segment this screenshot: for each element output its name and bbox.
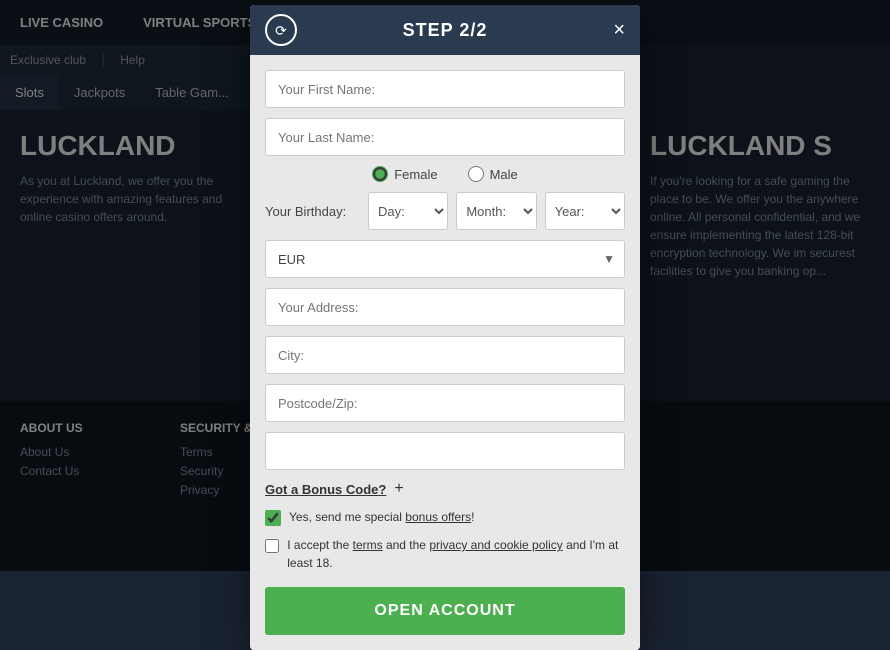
bonus-add-icon[interactable]: + <box>394 480 403 498</box>
first-name-input[interactable] <box>265 70 625 108</box>
birthday-day-select[interactable]: Day: <box>368 192 448 230</box>
city-input[interactable] <box>265 336 625 374</box>
special-offers-row: Yes, send me special bonus offers! <box>265 508 625 526</box>
modal-close-button[interactable]: × <box>613 20 625 40</box>
birthday-label: Your Birthday: <box>265 204 360 219</box>
special-offers-text: Yes, send me special bonus offers! <box>289 508 474 526</box>
gender-male-label[interactable]: Male <box>468 166 518 182</box>
bonus-code-label[interactable]: Got a Bonus Code? <box>265 482 386 497</box>
terms-text: I accept the terms and the privacy and c… <box>287 536 625 572</box>
extra-input[interactable] <box>265 432 625 470</box>
postcode-input[interactable] <box>265 384 625 422</box>
last-name-input[interactable] <box>265 118 625 156</box>
modal-logo: ⟳ <box>265 14 297 46</box>
currency-wrapper: EUR USD GBP CAD AUD ▼ <box>265 240 625 278</box>
privacy-policy-link[interactable]: privacy and cookie policy <box>429 538 562 552</box>
modal-body: Female Male Your Birthday: Day: Month: Y… <box>250 55 640 650</box>
special-offers-checkbox[interactable] <box>265 510 281 526</box>
birthday-month-select[interactable]: Month: <box>456 192 536 230</box>
birthday-year-select[interactable]: Year: <box>545 192 625 230</box>
gender-male-text: Male <box>490 167 518 182</box>
modal-header: ⟳ STEP 2/2 × <box>250 5 640 55</box>
terms-checkbox[interactable] <box>265 538 279 554</box>
birthday-row: Your Birthday: Day: Month: Year: <box>265 192 625 230</box>
gender-female-text: Female <box>394 167 437 182</box>
gender-radio-group: Female Male <box>265 166 625 182</box>
open-account-button[interactable]: OPEN ACCOUNT <box>265 587 625 635</box>
svg-text:⟳: ⟳ <box>275 22 287 38</box>
currency-select[interactable]: EUR USD GBP CAD AUD <box>265 240 625 278</box>
address-input[interactable] <box>265 288 625 326</box>
registration-modal: ⟳ STEP 2/2 × Female Male Your Birthday: <box>250 5 640 650</box>
terms-row: I accept the terms and the privacy and c… <box>265 536 625 572</box>
bonus-code-row: Got a Bonus Code? + <box>265 480 625 498</box>
gender-female-label[interactable]: Female <box>372 166 437 182</box>
bonus-offers-link[interactable]: bonus offers <box>405 510 471 524</box>
terms-link[interactable]: terms <box>353 538 383 552</box>
gender-male-radio[interactable] <box>468 166 484 182</box>
gender-female-radio[interactable] <box>372 166 388 182</box>
modal-title: STEP 2/2 <box>403 20 488 41</box>
